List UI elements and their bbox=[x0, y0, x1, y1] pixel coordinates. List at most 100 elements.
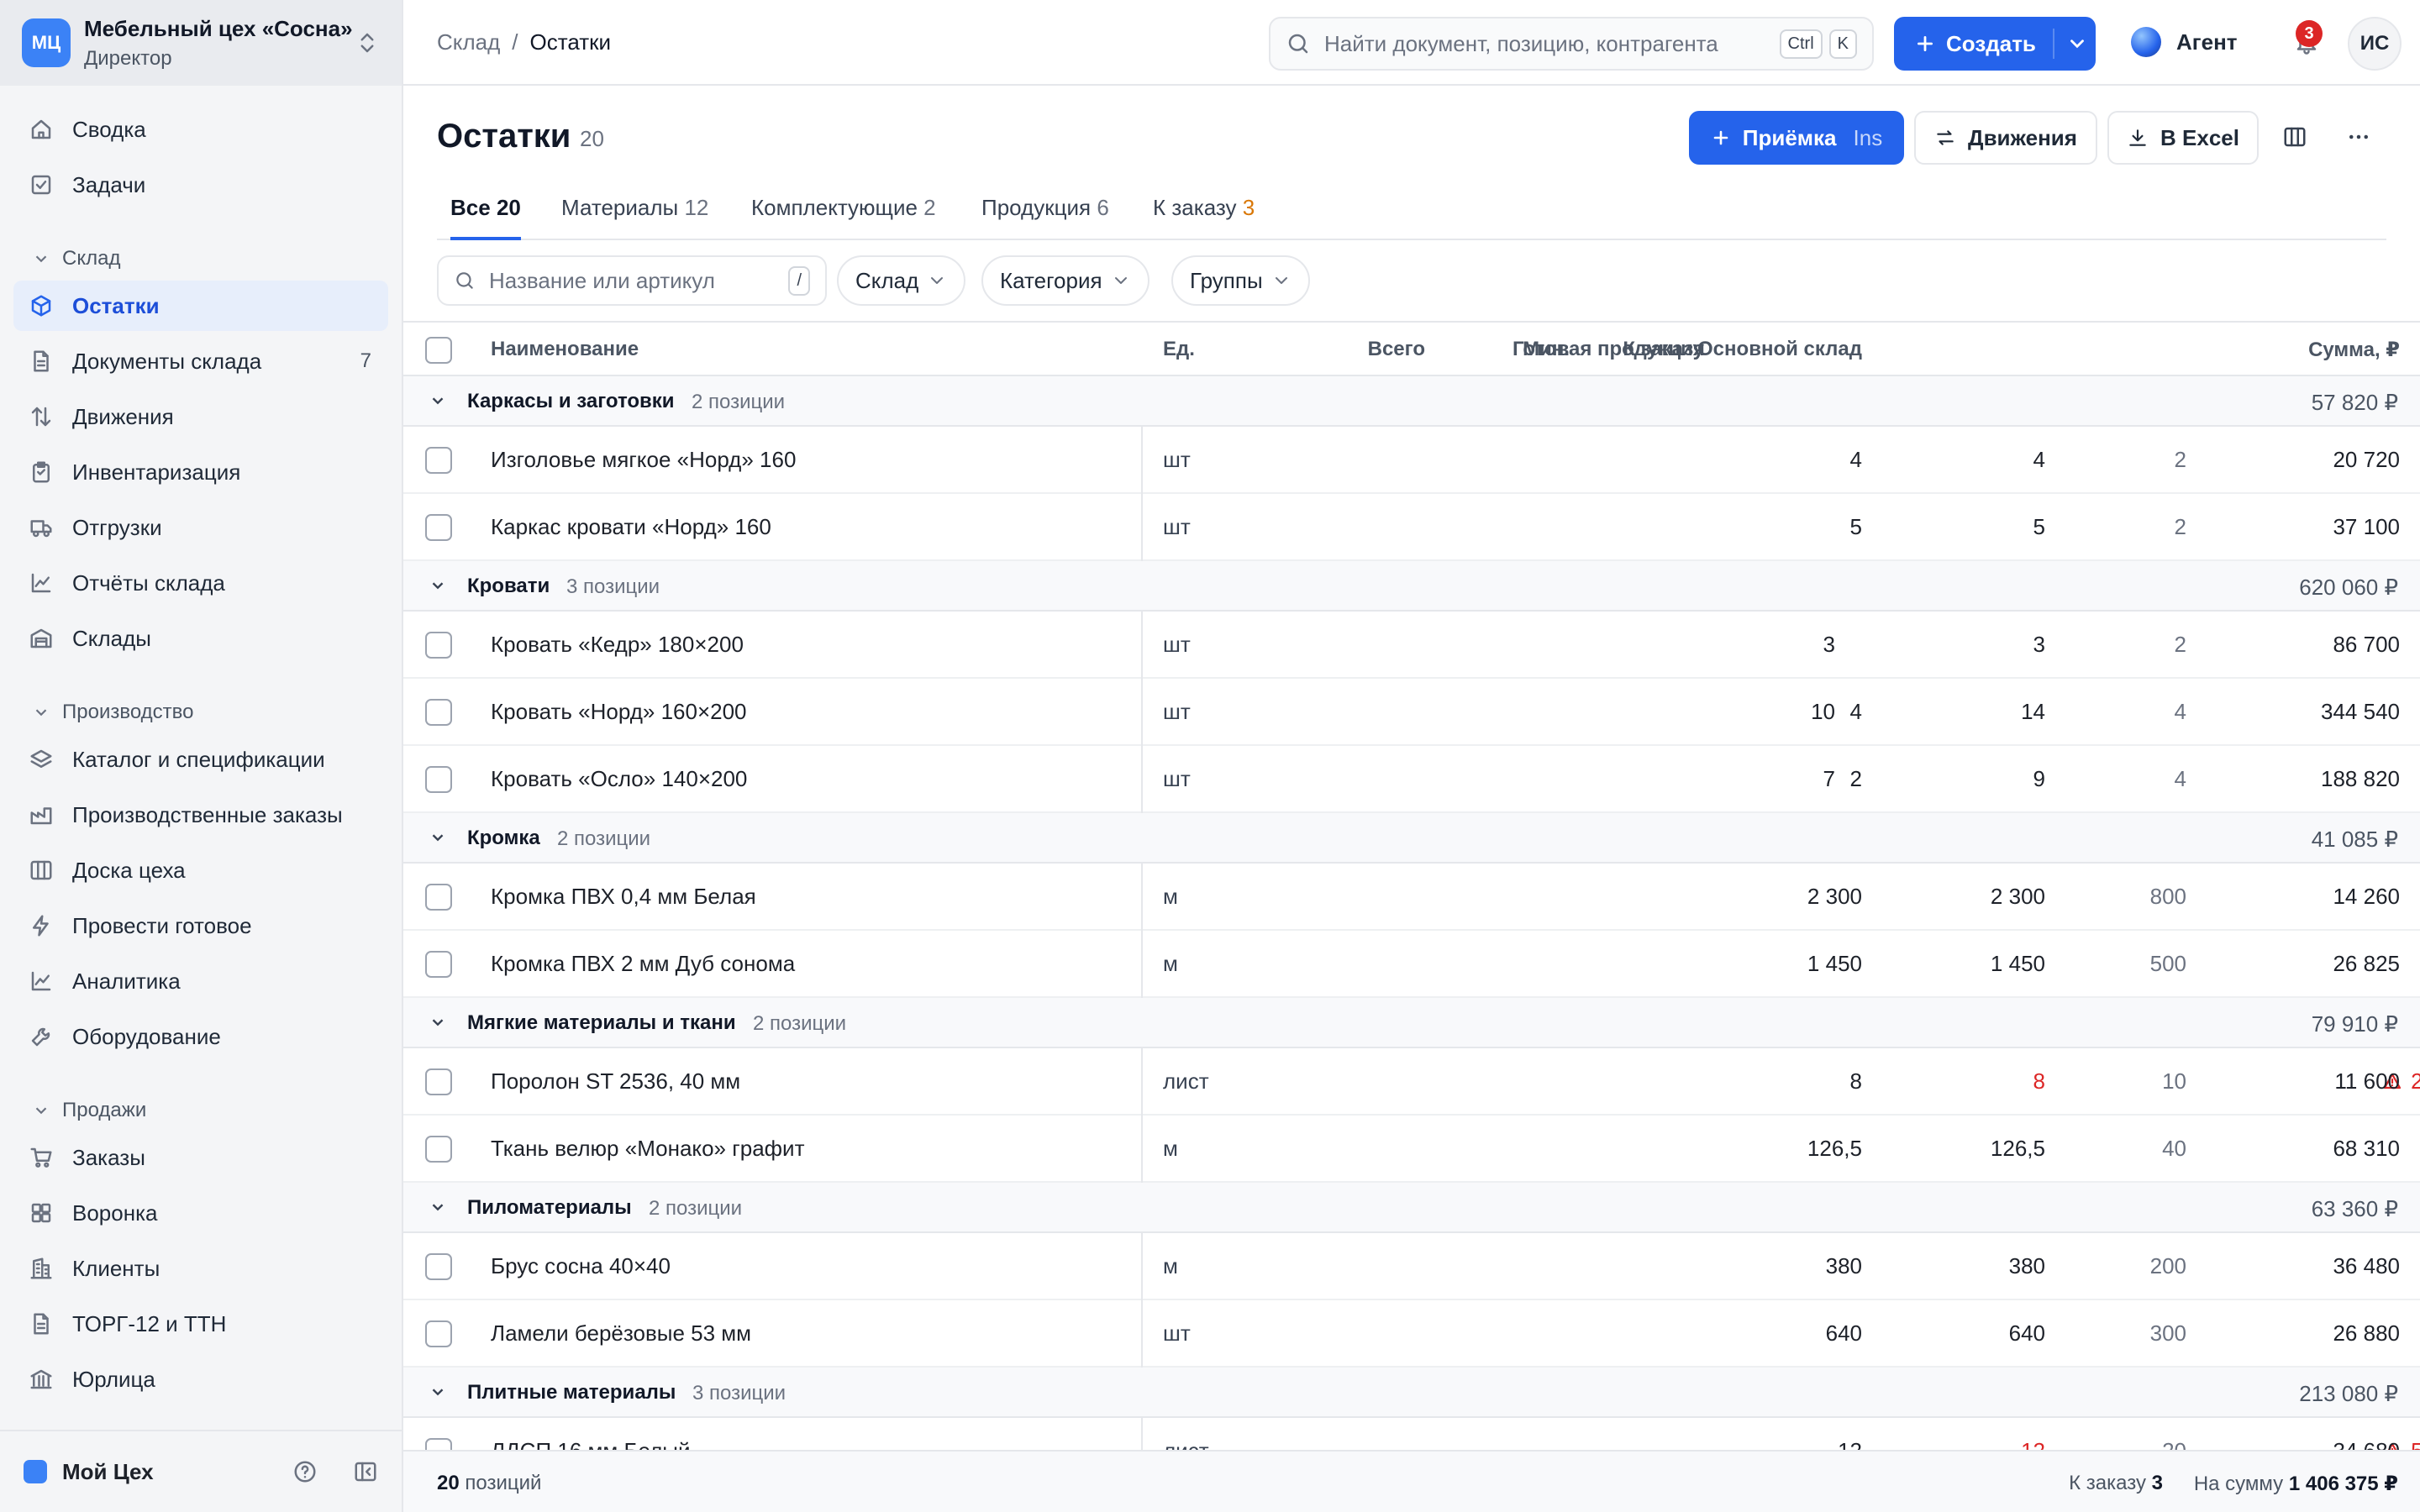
sidebar-item[interactable]: Каталог и спецификации bbox=[0, 734, 402, 785]
sidebar-item[interactable]: Остатки bbox=[13, 281, 388, 331]
sidebar-section-toggle[interactable]: Склад bbox=[32, 247, 120, 270]
tab-components[interactable]: Комплектующие 2 bbox=[751, 195, 936, 240]
column-total[interactable]: Всего bbox=[1368, 338, 1425, 361]
global-search[interactable]: Найти документ, позицию, контрагента Ctr… bbox=[1269, 17, 1874, 71]
columns-icon[interactable] bbox=[2282, 124, 2307, 150]
row-checkbox[interactable] bbox=[425, 1438, 452, 1450]
table-row[interactable]: Кровать «Осло» 140×200 шт 2 7 9 4 188 820 bbox=[403, 746, 2420, 813]
filter-warehouse[interactable]: Склад bbox=[837, 255, 966, 306]
table-row[interactable]: Кромка ПВХ 2 мм Дуб сонома м 1 450 1 450 500… bbox=[403, 931, 2420, 998]
tab-products[interactable]: Продукция 6 bbox=[981, 195, 1109, 240]
sidebar-item[interactable]: Воронка bbox=[0, 1188, 402, 1238]
row-checkbox[interactable] bbox=[425, 699, 452, 726]
item-name[interactable]: Брус сосна 40×40 bbox=[491, 1253, 671, 1279]
sidebar-section-toggle[interactable]: Производство bbox=[32, 701, 193, 724]
sidebar-item[interactable]: Доска цеха bbox=[0, 845, 402, 895]
table-row[interactable]: Поролон ST 2536, 40 мм лист 8 8 10 20 11 600 bbox=[403, 1048, 2420, 1116]
sidebar-item[interactable]: Документы склада 7 bbox=[0, 336, 402, 386]
table-row[interactable]: Ткань велюр «Монако» графит м 126,5 126,5 40… bbox=[403, 1116, 2420, 1183]
table-row[interactable]: Кровать «Норд» 160×200 шт 4 10 14 4 344 540 bbox=[403, 679, 2420, 746]
item-name[interactable]: Поролон ST 2536, 40 мм bbox=[491, 1068, 740, 1095]
sidebar-item[interactable]: Отчёты склада bbox=[0, 558, 402, 608]
tab-to-order[interactable]: К заказу 3 bbox=[1153, 195, 1255, 240]
collapse-sidebar-icon[interactable] bbox=[353, 1459, 378, 1484]
row-checkbox[interactable] bbox=[425, 514, 452, 541]
chevron-down-icon[interactable] bbox=[429, 391, 447, 410]
column-unit[interactable]: Ед. bbox=[1163, 338, 1195, 361]
help-icon[interactable] bbox=[292, 1459, 318, 1484]
tab-materials[interactable]: Материалы 12 bbox=[561, 195, 708, 240]
sidebar-item[interactable]: Отгрузки bbox=[0, 502, 402, 553]
sidebar-item[interactable]: Склады bbox=[0, 613, 402, 664]
row-checkbox[interactable] bbox=[425, 1136, 452, 1163]
sidebar-item[interactable]: Производственные заказы bbox=[0, 790, 402, 840]
column-min[interactable]: Мин. bbox=[1523, 338, 1570, 361]
item-name[interactable]: ЛДСП 16 мм Белый bbox=[491, 1438, 691, 1450]
item-name[interactable]: Изголовье мягкое «Норд» 160 bbox=[491, 447, 796, 473]
column-sum[interactable]: Сумма, ₽ bbox=[2308, 338, 2400, 362]
filter-category[interactable]: Категория bbox=[981, 255, 1150, 306]
column-to-order[interactable]: К заказу bbox=[1623, 338, 1704, 361]
org-switcher[interactable]: МЦ Мебельный цех «Сосна» Директор bbox=[0, 0, 402, 86]
export-excel-button[interactable]: В Excel bbox=[2107, 111, 2259, 165]
chevron-down-icon[interactable] bbox=[2066, 33, 2088, 55]
create-button[interactable]: Создать bbox=[1894, 17, 2096, 71]
item-name[interactable]: Кромка ПВХ 2 мм Дуб сонома bbox=[491, 951, 795, 977]
table-group-row[interactable]: Каркасы и заготовки 2 позиции 57 820 ₽ bbox=[403, 376, 2420, 427]
table-search-input[interactable]: Название или артикул bbox=[489, 268, 781, 294]
breadcrumb-link[interactable]: Склад bbox=[437, 29, 500, 55]
row-checkbox[interactable] bbox=[425, 884, 452, 911]
table-group-row[interactable]: Кровати 3 позиции 620 060 ₽ bbox=[403, 561, 2420, 612]
table-row[interactable]: Брус сосна 40×40 м 380 380 200 36 480 bbox=[403, 1233, 2420, 1300]
more-icon[interactable] bbox=[2346, 124, 2371, 150]
table-group-row[interactable]: Мягкие материалы и ткани 2 позиции 79 910 … bbox=[403, 998, 2420, 1048]
sidebar-section-toggle[interactable]: Продажи bbox=[32, 1099, 146, 1122]
avatar[interactable]: ИС bbox=[2348, 17, 2402, 71]
item-name[interactable]: Кромка ПВХ 0,4 мм Белая bbox=[491, 884, 756, 910]
select-all-checkbox[interactable] bbox=[425, 337, 452, 364]
row-checkbox[interactable] bbox=[425, 1068, 452, 1095]
table-row[interactable]: Каркас кровати «Норд» 160 шт 5 5 2 37 100 bbox=[403, 494, 2420, 561]
item-name[interactable]: Кровать «Кедр» 180×200 bbox=[491, 632, 744, 658]
row-checkbox[interactable] bbox=[425, 447, 452, 474]
table-row[interactable]: Кромка ПВХ 0,4 мм Белая м 2 300 2 300 800 14 … bbox=[403, 864, 2420, 931]
column-name[interactable]: Наименование bbox=[491, 338, 639, 361]
movements-button[interactable]: Движения bbox=[1914, 111, 2097, 165]
table-row[interactable]: Кровать «Кедр» 180×200 шт 3 3 2 86 700 bbox=[403, 612, 2420, 679]
filter-groups[interactable]: Группы bbox=[1171, 255, 1310, 306]
row-checkbox[interactable] bbox=[425, 1253, 452, 1280]
table-row[interactable]: Изголовье мягкое «Норд» 160 шт 4 4 2 20 720 bbox=[403, 427, 2420, 494]
table-group-row[interactable]: Плитные материалы 3 позиции 213 080 ₽ bbox=[403, 1368, 2420, 1418]
table-search[interactable]: Название или артикул / bbox=[437, 255, 827, 306]
sidebar-item[interactable]: Юрлица bbox=[0, 1354, 402, 1404]
item-name[interactable]: Ткань велюр «Монако» графит bbox=[491, 1136, 804, 1162]
chevron-down-icon[interactable] bbox=[429, 1013, 447, 1032]
sidebar-item[interactable]: Клиенты bbox=[0, 1243, 402, 1294]
table-row[interactable]: Ламели берёзовые 53 мм шт 640 640 300 26 880 bbox=[403, 1300, 2420, 1368]
item-name[interactable]: Ламели берёзовые 53 мм bbox=[491, 1320, 751, 1347]
sidebar-item-check-square[interactable]: Задачи bbox=[0, 160, 402, 210]
table-group-row[interactable]: Пиломатериалы 2 позиции 63 360 ₽ bbox=[403, 1183, 2420, 1233]
sidebar-item[interactable]: Оборудование bbox=[0, 1011, 402, 1062]
row-checkbox[interactable] bbox=[425, 1320, 452, 1347]
table-group-row[interactable]: Кромка 2 позиции 41 085 ₽ bbox=[403, 813, 2420, 864]
sidebar-item-home[interactable]: Сводка bbox=[0, 104, 402, 155]
sidebar-item[interactable]: Инвентаризация bbox=[0, 447, 402, 497]
item-name[interactable]: Кровать «Норд» 160×200 bbox=[491, 699, 747, 725]
row-checkbox[interactable] bbox=[425, 632, 452, 659]
chevron-down-icon[interactable] bbox=[429, 576, 447, 595]
item-name[interactable]: Каркас кровати «Норд» 160 bbox=[491, 514, 771, 540]
workspace-name[interactable]: Мой Цех bbox=[62, 1459, 292, 1485]
chevron-down-icon[interactable] bbox=[429, 828, 447, 847]
chevron-down-icon[interactable] bbox=[429, 1198, 447, 1216]
table-row[interactable]: ЛДСП 16 мм Белый лист 1212 20 50 34 680 bbox=[403, 1418, 2420, 1450]
agent-button[interactable]: Агент bbox=[2131, 27, 2238, 57]
sidebar-item[interactable]: Провести готовое bbox=[0, 900, 402, 951]
chevron-down-icon[interactable] bbox=[429, 1383, 447, 1401]
item-name[interactable]: Кровать «Осло» 140×200 bbox=[491, 766, 747, 792]
sidebar-item[interactable]: ТОРГ-12 и ТТН bbox=[0, 1299, 402, 1349]
column-main-warehouse[interactable]: Основной склад bbox=[1697, 338, 1862, 361]
global-search-input[interactable]: Найти документ, позицию, контрагента bbox=[1324, 31, 1773, 57]
row-checkbox[interactable] bbox=[425, 951, 452, 978]
tab-all[interactable]: Все 20 bbox=[450, 195, 521, 240]
